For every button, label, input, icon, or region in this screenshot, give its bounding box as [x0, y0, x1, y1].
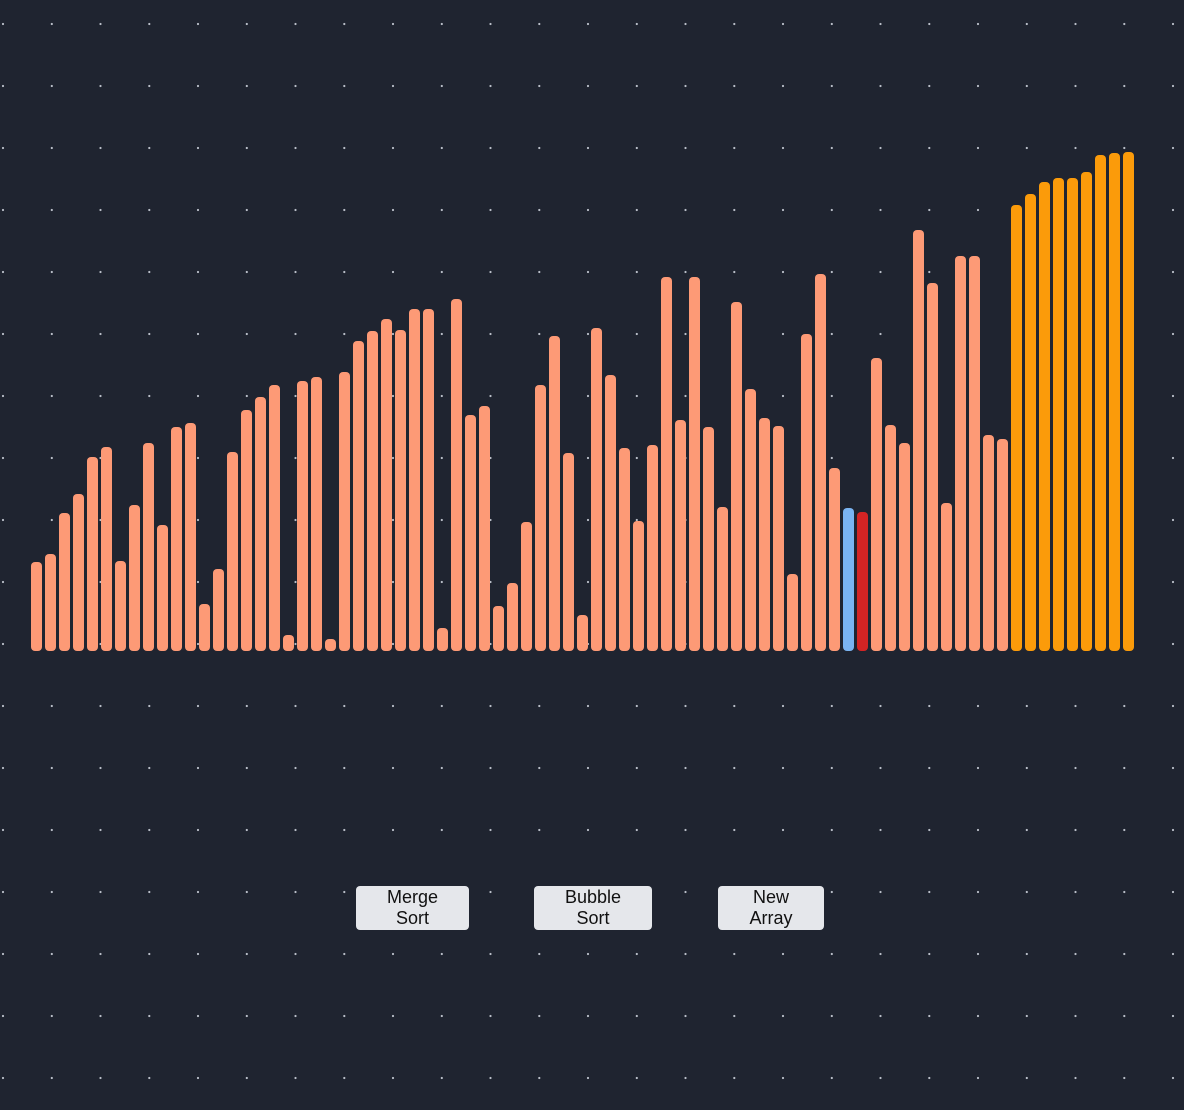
- array-bar: [171, 427, 182, 651]
- array-bar: [913, 230, 924, 651]
- array-bar: [773, 426, 784, 651]
- array-bar: [843, 508, 854, 651]
- array-bar: [493, 606, 504, 651]
- array-bars-area: [0, 0, 1184, 660]
- array-bar: [367, 331, 378, 651]
- array-bar: [297, 381, 308, 651]
- array-bar: [815, 274, 826, 651]
- array-bar: [759, 418, 770, 651]
- array-bar: [591, 328, 602, 651]
- array-bar: [633, 521, 644, 651]
- array-bar: [703, 427, 714, 651]
- array-bar: [199, 604, 210, 651]
- array-bar: [465, 415, 476, 651]
- array-bar: [731, 302, 742, 651]
- array-bar: [227, 452, 238, 651]
- array-bar: [241, 410, 252, 651]
- array-bar: [255, 397, 266, 651]
- array-bar: [1109, 153, 1120, 651]
- array-bar: [31, 562, 42, 651]
- array-bar: [409, 309, 420, 651]
- array-bar: [185, 423, 196, 651]
- array-bar: [535, 385, 546, 651]
- array-bar: [899, 443, 910, 651]
- array-bar: [283, 635, 294, 651]
- new-array-button[interactable]: New Array: [718, 886, 824, 930]
- array-bar: [339, 372, 350, 651]
- array-bar: [661, 277, 672, 651]
- array-bar: [857, 512, 868, 651]
- array-bar: [955, 256, 966, 651]
- array-bar: [423, 309, 434, 651]
- array-bar: [311, 377, 322, 651]
- array-bar: [605, 375, 616, 651]
- array-bar: [577, 615, 588, 651]
- array-bar: [927, 283, 938, 651]
- array-bar: [129, 505, 140, 651]
- array-bar: [101, 447, 112, 651]
- array-bar: [59, 513, 70, 651]
- array-bar: [87, 457, 98, 651]
- array-bar: [45, 554, 56, 651]
- array-bar: [115, 561, 126, 651]
- array-bar: [1081, 172, 1092, 651]
- array-bar: [675, 420, 686, 651]
- array-bar: [563, 453, 574, 651]
- array-bar: [689, 277, 700, 651]
- array-bar: [1123, 152, 1134, 651]
- array-bar: [521, 522, 532, 651]
- array-bar: [1067, 178, 1078, 651]
- controls-bar: Merge Sort Bubble Sort New Array: [0, 886, 1184, 930]
- array-bar: [885, 425, 896, 651]
- array-bar: [647, 445, 658, 651]
- array-bar: [549, 336, 560, 651]
- array-bar: [997, 439, 1008, 651]
- array-bar: [787, 574, 798, 651]
- array-bar: [381, 319, 392, 651]
- array-bar: [717, 507, 728, 651]
- array-bar: [829, 468, 840, 651]
- array-bar: [479, 406, 490, 651]
- array-bar: [451, 299, 462, 651]
- array-bar: [941, 503, 952, 651]
- array-bar: [1053, 178, 1064, 651]
- array-bar: [1039, 182, 1050, 651]
- array-bar: [1095, 155, 1106, 651]
- array-bar: [1025, 194, 1036, 651]
- array-bar: [983, 435, 994, 651]
- array-bar: [619, 448, 630, 651]
- array-bar: [395, 330, 406, 651]
- array-bar: [143, 443, 154, 651]
- merge-sort-button[interactable]: Merge Sort: [356, 886, 469, 930]
- array-bar: [801, 334, 812, 651]
- array-bar: [507, 583, 518, 651]
- array-bar: [1011, 205, 1022, 651]
- array-bar: [353, 341, 364, 651]
- array-bar: [73, 494, 84, 651]
- array-bar: [213, 569, 224, 651]
- array-bar: [157, 525, 168, 651]
- array-bar: [325, 639, 336, 651]
- array-bar: [969, 256, 980, 651]
- bubble-sort-button[interactable]: Bubble Sort: [534, 886, 652, 930]
- array-bar: [437, 628, 448, 651]
- array-bar: [871, 358, 882, 651]
- array-bar: [745, 389, 756, 651]
- array-bar: [269, 385, 280, 651]
